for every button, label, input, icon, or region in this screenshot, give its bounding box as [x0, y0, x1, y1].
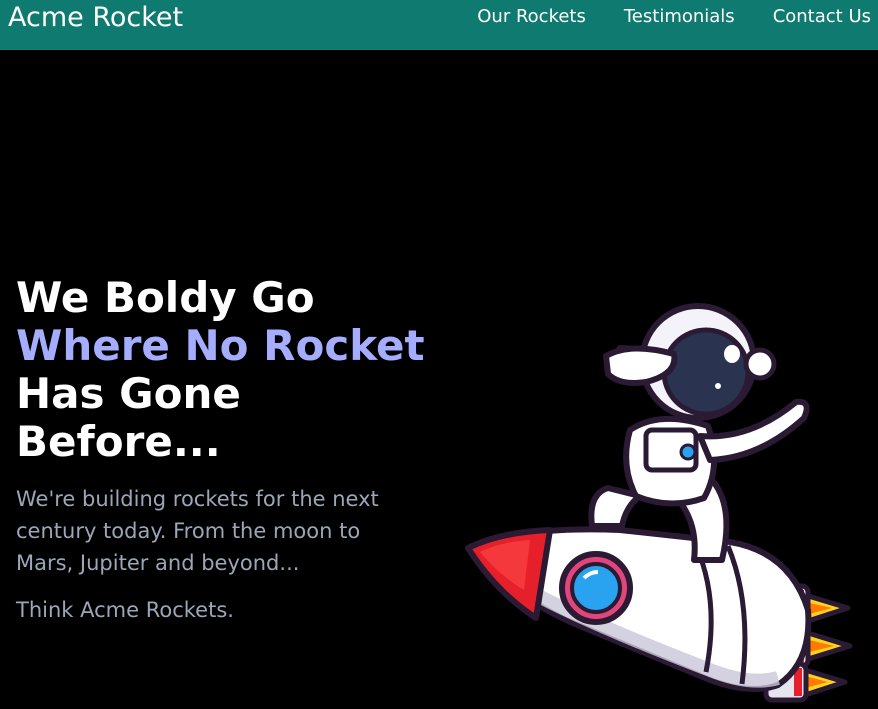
hero-tagline: Think Acme Rockets. [16, 598, 234, 622]
hero-headline: We Boldy Go Where No Rocket Has Gone Bef… [16, 274, 446, 466]
headline-line-4: Before... [16, 417, 221, 466]
navbar: Acme Rocket Our Rockets Testimonials Con… [0, 0, 878, 50]
nav-links: Our Rockets Testimonials Contact Us [477, 6, 871, 28]
nav-link-testimonials[interactable]: Testimonials [624, 6, 735, 28]
headline-line-3: Has Gone [16, 369, 241, 418]
nav-link-our-rockets[interactable]: Our Rockets [477, 6, 586, 28]
astronaut-rocket-icon [465, 303, 853, 703]
nav-link-contact-us[interactable]: Contact Us [773, 6, 871, 28]
headline-accent: Where No Rocket [16, 321, 425, 370]
astronaut-rocket-illustration [460, 290, 878, 705]
headline-line-1: We Boldy Go [16, 273, 315, 322]
hero-subtext: We're building rockets for the next cent… [16, 487, 379, 575]
brand-logo-link[interactable]: Acme Rocket [8, 2, 183, 34]
